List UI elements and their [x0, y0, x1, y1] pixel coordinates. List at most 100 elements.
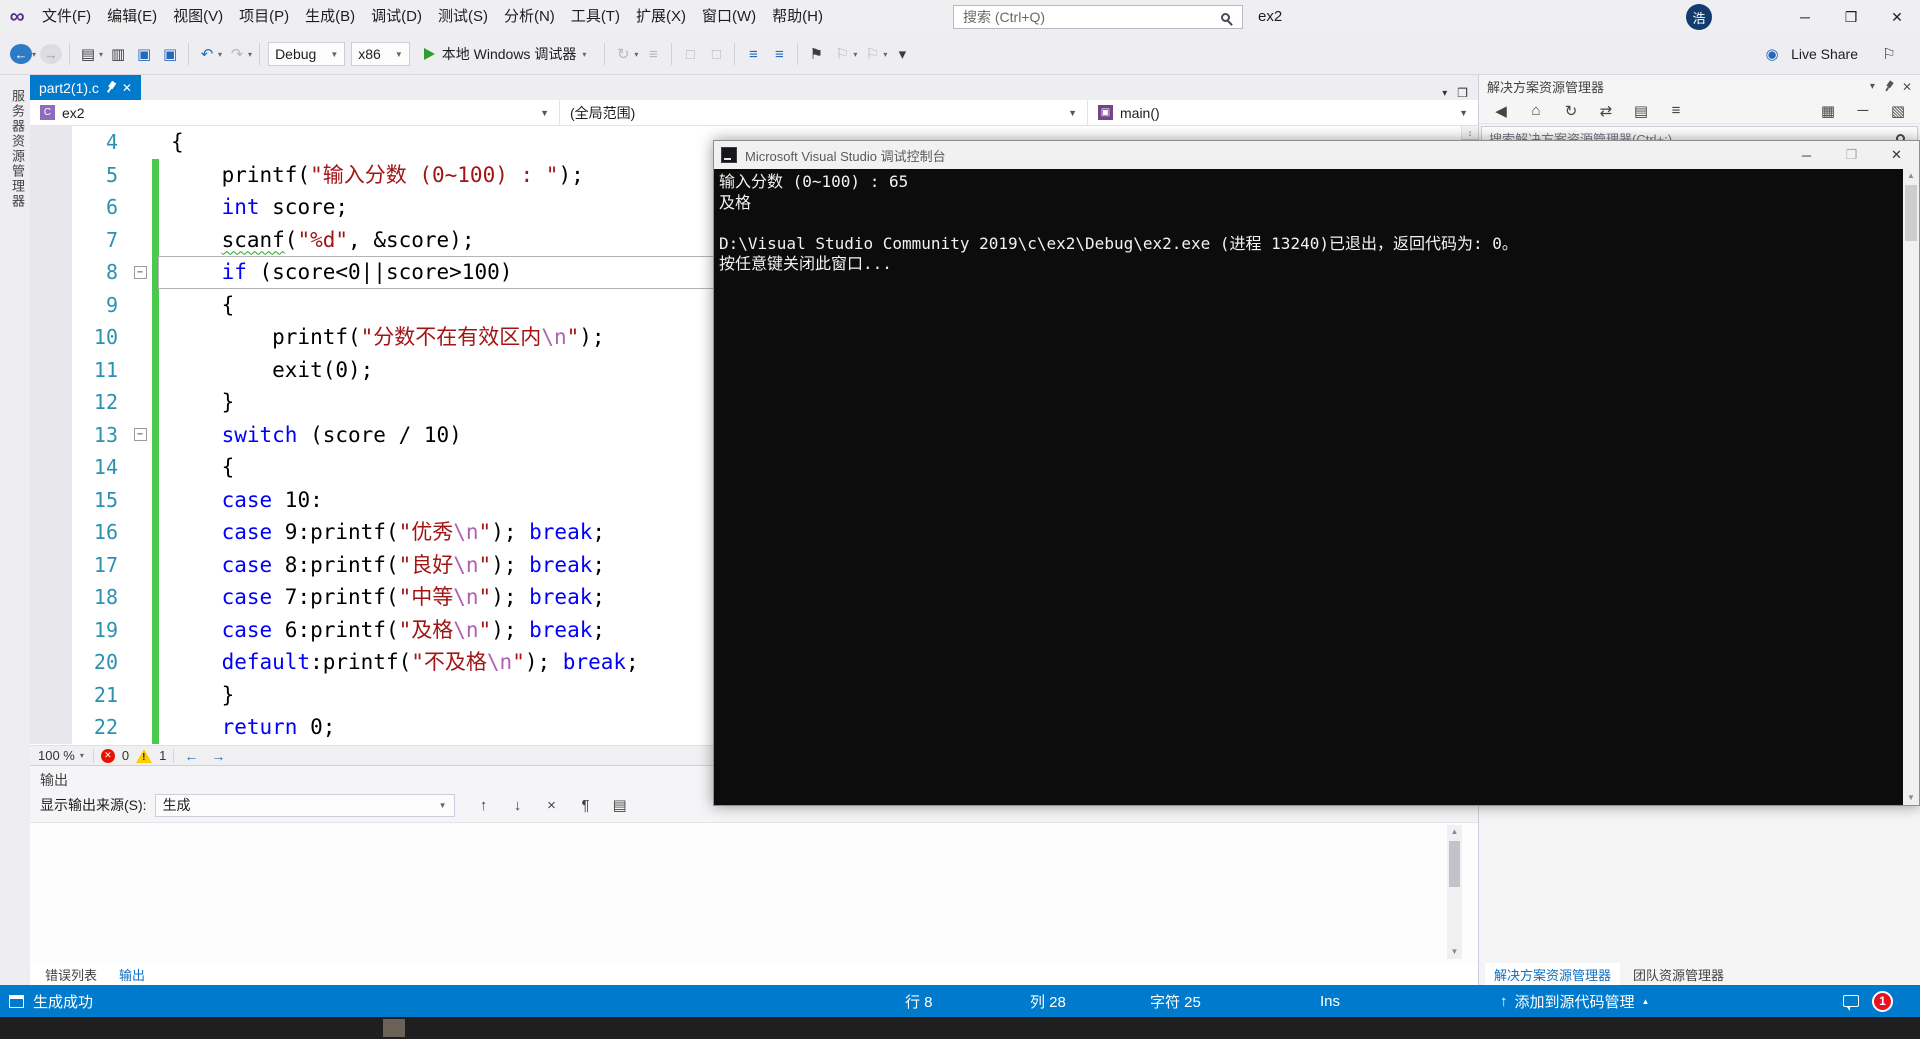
breakpoint-margin[interactable]: [30, 678, 72, 711]
quick-search-box[interactable]: 搜索 (Ctrl+Q): [953, 5, 1243, 29]
panel-tab-解决方案资源管理器[interactable]: 解决方案资源管理器: [1485, 962, 1621, 986]
menu-item[interactable]: 分析(N): [496, 0, 563, 34]
breakpoint-margin[interactable]: [30, 613, 72, 646]
output-source-dropdown[interactable]: 生成 ▼: [154, 793, 455, 817]
close-icon[interactable]: ✕: [1874, 0, 1920, 34]
menu-item[interactable]: 扩展(X): [628, 0, 694, 34]
cursor-character-indicator[interactable]: 字符 25: [1150, 985, 1201, 1017]
add-to-source-control-button[interactable]: ↑ 添加到源代码管理 ▲: [1500, 985, 1649, 1017]
output-content[interactable]: ▲ ▼: [30, 822, 1478, 963]
zoom-level-dropdown[interactable]: 100 %: [38, 748, 75, 763]
console-body[interactable]: 输入分数 (0~100) : 65 及格 D:\Visual Studio Com…: [714, 169, 1903, 805]
insert-mode-indicator[interactable]: Ins: [1320, 985, 1340, 1017]
breakpoints-window-icon[interactable]: □: [679, 43, 701, 65]
goto-previous-message-icon[interactable]: ↑: [473, 794, 495, 816]
scroll-down-icon[interactable]: ▼: [1903, 791, 1919, 805]
goto-next-message-icon[interactable]: ↓: [507, 794, 529, 816]
previous-bookmark-icon[interactable]: ⚐: [831, 43, 853, 65]
clear-all-output-icon[interactable]: ×: [541, 794, 563, 816]
menu-item[interactable]: 工具(T): [563, 0, 628, 34]
pending-changes-filter-icon[interactable]: ▤: [1630, 100, 1652, 122]
split-editor-grip-icon[interactable]: ↕: [1462, 126, 1478, 140]
breakpoint-margin[interactable]: [30, 451, 72, 484]
breakpoint-margin[interactable]: [30, 223, 72, 256]
breakpoint-margin[interactable]: [30, 353, 72, 386]
server-explorer-vertical-tab[interactable]: 服务器资源管理器: [8, 89, 27, 209]
collapse-all-icon[interactable]: ─: [1852, 100, 1874, 122]
hot-reload-icon[interactable]: ↻: [612, 43, 634, 65]
fold-toggle-icon[interactable]: −: [133, 428, 147, 442]
menu-item[interactable]: 视图(V): [165, 0, 231, 34]
warning-count[interactable]: 1: [159, 748, 166, 763]
live-share-button[interactable]: Live Share: [1791, 46, 1858, 62]
close-icon[interactable]: ✕: [122, 81, 132, 95]
cursor-line-indicator[interactable]: 行 8: [905, 985, 933, 1017]
breakpoint-margin[interactable]: [30, 191, 72, 224]
member-dropdown[interactable]: ▣ main() ▼: [1088, 100, 1478, 125]
error-count[interactable]: 0: [122, 748, 129, 763]
user-avatar[interactable]: 浩: [1686, 4, 1712, 30]
breakpoint-margin[interactable]: [30, 516, 72, 549]
increase-indent-icon[interactable]: ≡: [768, 43, 790, 65]
console-titlebar[interactable]: Microsoft Visual Studio 调试控制台 ─ ❒ ✕: [714, 141, 1919, 169]
pin-icon[interactable]: [103, 80, 118, 96]
dropdown-caret-icon[interactable]: ▾: [634, 50, 638, 59]
scope-dropdown[interactable]: (全局范围) ▼: [560, 100, 1088, 125]
maximize-icon[interactable]: ❒: [1828, 0, 1874, 34]
home-icon[interactable]: ⌂: [1525, 100, 1547, 122]
navigate-back-icon[interactable]: ←: [10, 44, 32, 64]
sync-with-active-document-icon[interactable]: ≡: [1665, 100, 1687, 122]
switch-views-icon[interactable]: ⇄: [1595, 100, 1617, 122]
redo-icon[interactable]: ↷: [226, 43, 248, 65]
menu-item[interactable]: 窗口(W): [694, 0, 764, 34]
breakpoint-margin[interactable]: [30, 548, 72, 581]
cursor-column-indicator[interactable]: 列 28: [1030, 985, 1066, 1017]
menu-item[interactable]: 项目(P): [231, 0, 297, 34]
breakpoint-margin[interactable]: [30, 126, 72, 159]
menu-item[interactable]: 测试(S): [430, 0, 496, 34]
scroll-down-icon[interactable]: ▼: [1447, 945, 1462, 959]
document-list-caret-icon[interactable]: ▾: [1442, 88, 1447, 99]
breakpoint-margin[interactable]: [30, 646, 72, 679]
dropdown-caret-icon[interactable]: ▾: [883, 50, 887, 59]
dropdown-caret-icon[interactable]: ▾: [99, 50, 103, 59]
breakpoint-margin[interactable]: [30, 288, 72, 321]
minimize-icon[interactable]: ─: [1782, 0, 1828, 34]
scrollbar-thumb[interactable]: [1905, 185, 1917, 241]
word-wrap-icon[interactable]: ¶: [575, 794, 597, 816]
next-bookmark-icon[interactable]: ⚐: [861, 43, 883, 65]
panel-tab-团队资源管理器[interactable]: 团队资源管理器: [1624, 963, 1733, 986]
new-project-icon[interactable]: ▤: [77, 43, 99, 65]
fold-toggle-icon[interactable]: −: [133, 265, 147, 279]
bookmark-icon[interactable]: ⚑: [805, 43, 827, 65]
save-all-icon[interactable]: ▣: [159, 43, 181, 65]
breakpoint-margin[interactable]: [30, 483, 72, 516]
immediate-window-icon[interactable]: □: [705, 43, 727, 65]
navigate-forward-arrow-icon[interactable]: →: [211, 748, 225, 764]
close-icon[interactable]: ✕: [1874, 141, 1919, 169]
decrease-indent-icon[interactable]: ≡: [742, 43, 764, 65]
feedback-icon[interactable]: ⚐: [1878, 43, 1900, 65]
breakpoint-margin[interactable]: [30, 386, 72, 419]
pin-icon[interactable]: [1882, 79, 1895, 93]
breakpoint-margin[interactable]: [30, 321, 72, 354]
maximize-icon[interactable]: ❒: [1829, 141, 1874, 169]
refresh-icon[interactable]: ↻: [1560, 100, 1582, 122]
menu-item[interactable]: 编辑(E): [99, 0, 165, 34]
menu-item[interactable]: 帮助(H): [764, 0, 831, 34]
dropdown-caret-icon[interactable]: ▾: [248, 50, 252, 59]
breakpoint-margin[interactable]: [30, 418, 72, 451]
scrollbar-thumb[interactable]: [1449, 841, 1460, 887]
scroll-up-icon[interactable]: ▲: [1447, 825, 1462, 839]
dropdown-caret-icon[interactable]: ▾: [32, 50, 36, 59]
toolbar-overflow-icon[interactable]: ▾: [891, 43, 913, 65]
menu-item[interactable]: 文件(F): [34, 0, 99, 34]
start-debugging-button[interactable]: 本地 Windows 调试器 ▾: [417, 40, 596, 68]
breakpoint-margin[interactable]: [30, 158, 72, 191]
notifications-button[interactable]: 1: [1872, 985, 1893, 1017]
feedback-button[interactable]: [1843, 985, 1859, 1017]
window-position-caret-icon[interactable]: ▾: [1870, 81, 1875, 92]
minimize-icon[interactable]: ─: [1784, 141, 1829, 169]
document-tab[interactable]: part2(1).c ✕: [30, 75, 141, 100]
output-scrollbar[interactable]: ▲ ▼: [1447, 825, 1462, 959]
